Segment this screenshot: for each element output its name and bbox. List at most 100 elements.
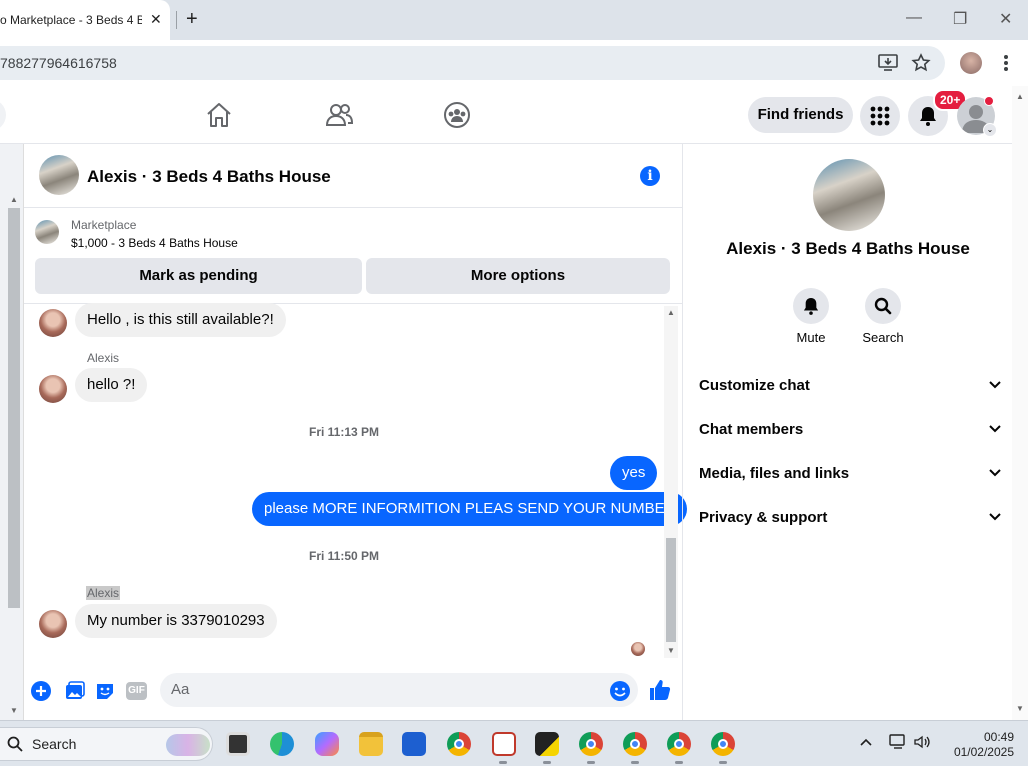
section-label: Chat members <box>699 420 804 438</box>
browser-tab-strip: o Marketplace - 3 Beds 4 Ba ✕ + — ❐ ✕ <box>0 0 1028 40</box>
minimize-icon[interactable]: — <box>906 9 922 27</box>
section-media-files-links[interactable]: Media, files and links <box>699 451 1001 495</box>
sender-name: Alexis <box>86 586 121 600</box>
mute-label: Mute <box>796 330 826 345</box>
gif-icon[interactable]: GIF <box>126 682 147 700</box>
scroll-up-arrow-icon[interactable]: ▲ <box>10 195 18 204</box>
thumbs-up-icon[interactable] <box>648 678 672 702</box>
section-customize-chat[interactable]: Customize chat <box>699 363 1001 407</box>
microsoft-store-icon[interactable] <box>402 732 426 756</box>
tab-close-icon[interactable]: ✕ <box>150 11 162 28</box>
facebook-search-box[interactable] <box>0 99 6 131</box>
chat-header: Alexis · 3 Beds 4 Baths House <box>24 144 682 208</box>
copilot-icon[interactable] <box>315 732 339 756</box>
account-alert-dot <box>984 96 994 106</box>
snipping-tool-icon[interactable] <box>492 732 516 756</box>
chrome-icon[interactable] <box>447 732 471 756</box>
tab-title: o Marketplace - 3 Beds 4 Ba <box>0 13 142 27</box>
address-bar[interactable]: 78827796461675­8 <box>0 46 945 80</box>
clock-date: 01/02/2025 <box>953 745 1014 759</box>
page-scroll-up-icon[interactable]: ▲ <box>1016 92 1024 101</box>
close-window-icon[interactable]: ✕ <box>999 9 1012 29</box>
read-receipt-avatar <box>631 642 645 656</box>
mute-button[interactable]: Mute <box>781 288 841 345</box>
network-icon[interactable] <box>889 734 907 750</box>
messages-scroll-up-icon[interactable]: ▲ <box>667 308 675 317</box>
tab-separator <box>176 11 177 29</box>
clock-time: 00:49 <box>983 730 1014 744</box>
conversation-large-avatar[interactable] <box>813 159 885 231</box>
browser-menu-icon[interactable] <box>1003 54 1009 72</box>
friends-icon[interactable] <box>324 100 354 130</box>
section-privacy-support[interactable]: Privacy & support <box>699 495 1001 539</box>
show-hidden-icons-icon[interactable] <box>860 738 872 746</box>
scroll-down-arrow-icon[interactable]: ▼ <box>10 706 18 715</box>
taskbar-search[interactable]: Search <box>0 727 213 761</box>
message-bubble-incoming[interactable]: hello ?! <box>75 368 148 402</box>
browser-tab[interactable]: o Marketplace - 3 Beds 4 Ba ✕ <box>0 0 170 40</box>
running-indicator <box>587 761 595 764</box>
sticky-notes-icon[interactable] <box>535 732 559 756</box>
section-label: Customize chat <box>699 376 810 394</box>
sender-avatar[interactable] <box>39 610 67 638</box>
windows-taskbar: Search 00:49 01/02/2025 <box>0 720 1028 766</box>
running-indicator <box>719 761 727 764</box>
messages-scrollbar-thumb[interactable] <box>666 538 676 642</box>
sticker-icon[interactable] <box>94 680 116 702</box>
message-input[interactable]: Aa <box>160 673 638 707</box>
search-icon <box>7 736 23 752</box>
chat-title[interactable]: Alexis · 3 Beds 4 Baths House <box>87 167 331 187</box>
maximize-icon[interactable]: ❐ <box>953 9 967 29</box>
sender-avatar[interactable] <box>39 375 67 403</box>
listing-thumbnail[interactable] <box>35 220 59 244</box>
search-in-conversation-button[interactable]: Search <box>853 288 913 345</box>
menu-grid-icon <box>870 106 890 126</box>
section-label: Media, files and links <box>699 464 850 482</box>
taskbar-clock[interactable]: 00:49 01/02/2025 <box>944 730 1014 760</box>
menu-button[interactable] <box>860 96 900 136</box>
more-options-button[interactable]: More options <box>366 258 670 294</box>
bell-icon <box>803 298 819 315</box>
edge-browser-icon[interactable] <box>270 732 294 756</box>
conversation-info-panel: Alexis · 3 Beds 4 Baths House Mute Searc… <box>682 144 1012 720</box>
section-label: Privacy & support <box>699 508 828 526</box>
add-attachment-icon[interactable] <box>30 680 52 702</box>
emoji-icon[interactable] <box>609 680 631 702</box>
left-scrollbar-thumb[interactable] <box>8 208 20 608</box>
photo-icon[interactable] <box>63 680 85 702</box>
new-tab-icon[interactable]: + <box>186 8 198 31</box>
message-bubble-outgoing[interactable]: yes <box>610 456 658 490</box>
message-bubble-outgoing[interactable]: please MORE INFORMITION PLEAS SEND YOUR … <box>252 492 688 526</box>
url-text: 78827796461675­8 <box>0 55 117 71</box>
listing-title[interactable]: $1,000 - 3 Beds 4 Baths House <box>71 236 238 250</box>
chrome-profile-3-icon[interactable] <box>667 732 691 756</box>
find-friends-button[interactable]: Find friends <box>748 97 853 133</box>
home-icon[interactable] <box>204 100 234 130</box>
browser-toolbar: 78827796461675­8 <box>0 40 1028 86</box>
info-panel-title: Alexis · 3 Beds 4 Baths House <box>726 239 970 258</box>
messages-scroll-down-icon[interactable]: ▼ <box>667 646 675 655</box>
install-app-icon[interactable] <box>878 54 898 72</box>
bookmark-star-icon[interactable] <box>911 53 931 73</box>
message-bubble-incoming[interactable]: My number is 3379010293 <box>75 604 277 638</box>
conversation-avatar[interactable] <box>39 155 79 195</box>
search-highlight-icon <box>166 734 210 756</box>
groups-icon[interactable] <box>442 100 472 130</box>
search-label: Search <box>862 330 904 345</box>
volume-icon[interactable] <box>913 734 931 750</box>
chrome-profile-2-icon[interactable] <box>623 732 647 756</box>
conversation-info-icon[interactable]: i <box>640 166 660 186</box>
page-scrollbar[interactable]: ▲ ▼ <box>1012 86 1028 720</box>
mark-as-pending-button[interactable]: Mark as pending <box>35 258 362 294</box>
running-indicator <box>499 761 507 764</box>
message-bubble-incoming[interactable]: Hello , is this still available?! <box>75 303 286 337</box>
sender-avatar[interactable] <box>39 309 67 337</box>
account-chevron-icon[interactable]: ⌄ <box>983 123 997 137</box>
browser-profile-avatar[interactable] <box>960 52 982 74</box>
chrome-profile-1-icon[interactable] <box>579 732 603 756</box>
task-view-icon[interactable] <box>226 732 250 756</box>
page-scroll-down-icon[interactable]: ▼ <box>1016 704 1024 713</box>
chrome-profile-4-icon[interactable] <box>711 732 735 756</box>
file-explorer-icon[interactable] <box>359 732 383 756</box>
section-chat-members[interactable]: Chat members <box>699 407 1001 451</box>
